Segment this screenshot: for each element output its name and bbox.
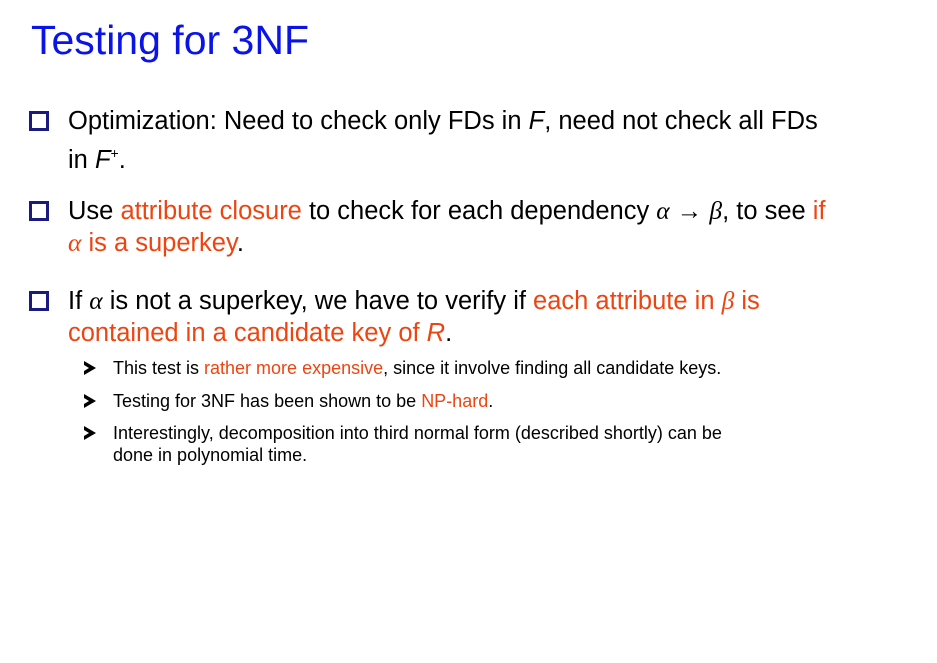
subbullet-line: Interestingly, decomposition into third …	[113, 423, 722, 443]
bullet-line: in F+.	[68, 145, 126, 174]
fd-closure-f: F	[94, 146, 111, 174]
alpha-symbol: α	[68, 228, 82, 257]
highlight-np-hard: NP-hard	[421, 391, 489, 411]
bullet-line: Optimization: Need to check only FDs in …	[68, 107, 818, 135]
highlight-attribute-closure: attribute closure	[120, 197, 302, 225]
highlight-expensive: rather more expensive	[204, 358, 384, 378]
bullet-line: α is a superkey.	[68, 228, 244, 257]
alpha-symbol: α	[89, 286, 103, 315]
bullet-optimization: Optimization: Need to check only FDs in …	[29, 105, 908, 176]
arrowhead-icon	[84, 361, 96, 375]
bullet-line: If α is not a superkey, we have to verif…	[68, 286, 760, 315]
bullet-candidate-key: If α is not a superkey, we have to verif…	[29, 285, 908, 349]
bullet-line: contained in a candidate key of R.	[68, 319, 453, 347]
bullet-line: Use attribute closure to check for each …	[68, 196, 826, 225]
highlight-superkey: is a superkey	[81, 229, 237, 257]
fd-set-f: F	[528, 107, 545, 135]
bullet-attribute-closure: Use attribute closure to check for each …	[29, 195, 908, 259]
beta-symbol: β	[709, 196, 723, 225]
subbullet-expensive: This test is rather more expensive, sinc…	[84, 357, 893, 379]
beta-symbol: β	[721, 286, 735, 315]
checkbox-square-icon	[29, 111, 49, 131]
arrow-symbol: →	[676, 196, 703, 225]
checkbox-square-icon	[29, 201, 49, 221]
arrowhead-icon	[84, 394, 96, 408]
checkbox-square-icon	[29, 291, 49, 311]
arrowhead-icon	[84, 426, 96, 440]
relation-r: R	[426, 319, 446, 347]
alpha-symbol: α	[656, 196, 670, 225]
subbullet-polynomial: Interestingly, decomposition into third …	[84, 422, 893, 466]
page-title: Testing for 3NF	[31, 17, 309, 63]
plus-superscript: +	[110, 145, 119, 161]
subbullet-np-hard: Testing for 3NF has been shown to be NP-…	[84, 390, 893, 412]
subbullet-line: done in polynomial time.	[113, 445, 308, 465]
